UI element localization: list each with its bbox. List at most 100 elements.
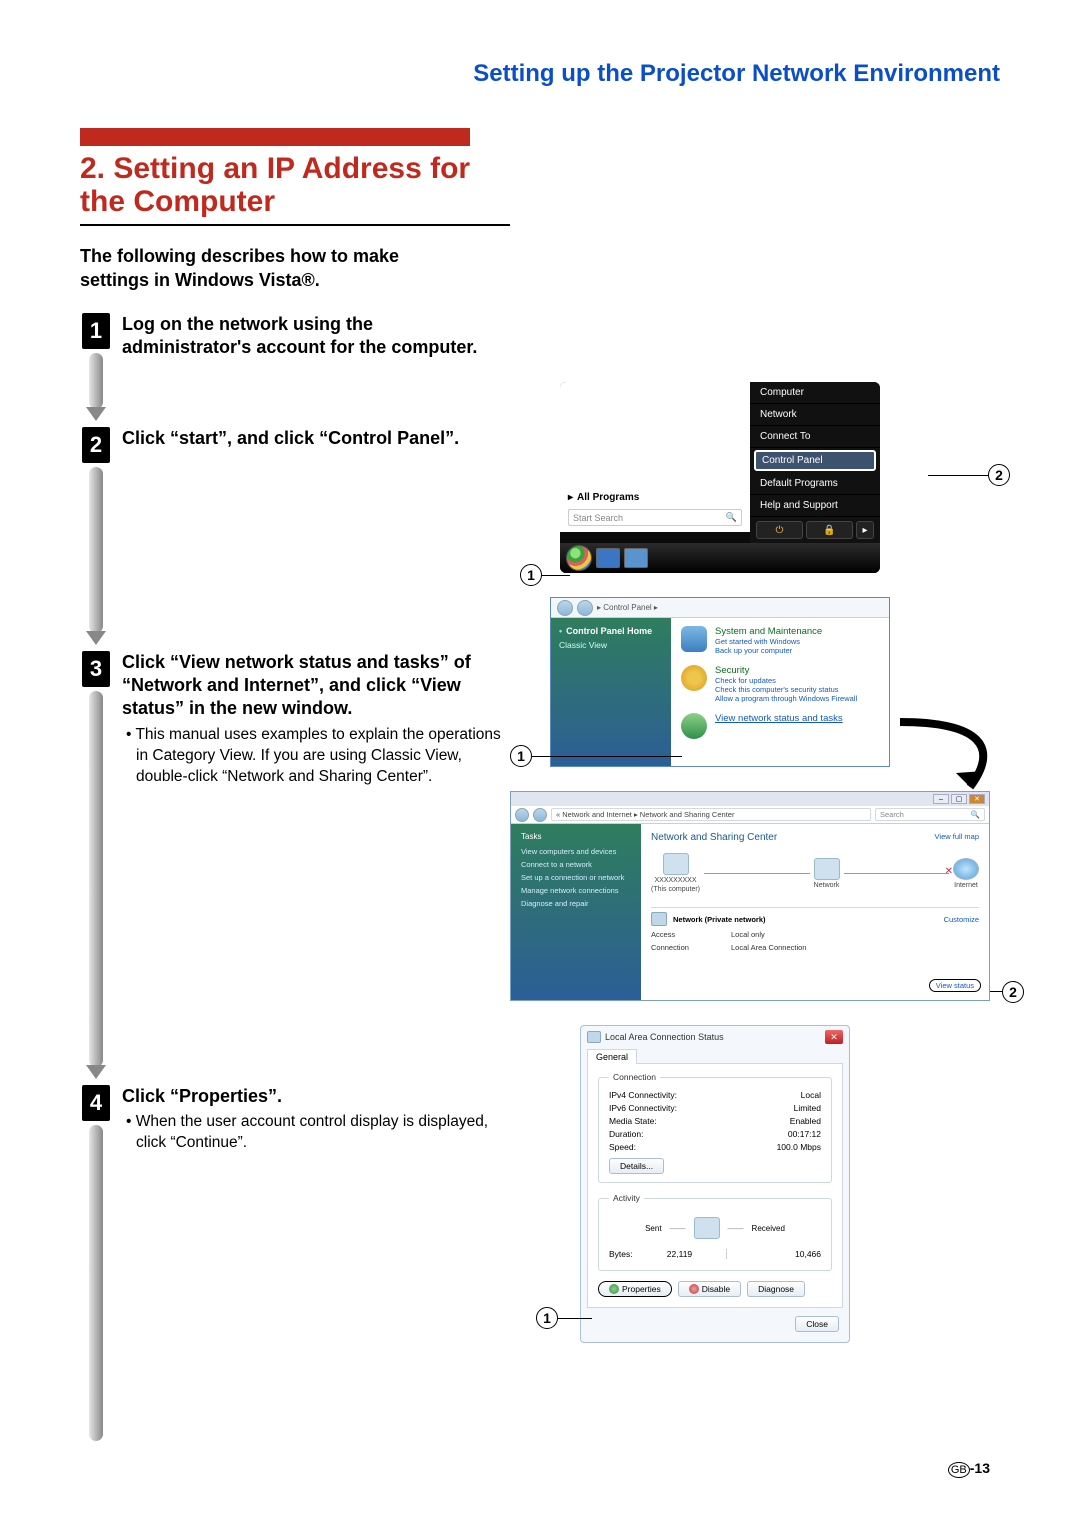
figure-network-sharing-center: – ▢ ✕ « Network and Internet ▸ Network a… bbox=[500, 791, 1000, 1001]
step-connector bbox=[89, 1125, 103, 1441]
sm-item-computer[interactable]: Computer bbox=[750, 382, 880, 404]
close-button[interactable]: ✕ bbox=[969, 794, 985, 804]
connection-line-broken bbox=[844, 873, 950, 874]
media-label: Media State: bbox=[609, 1116, 657, 1126]
nsc-window: – ▢ ✕ « Network and Internet ▸ Network a… bbox=[510, 791, 990, 1001]
cp-cat-title: System and Maintenance bbox=[715, 626, 822, 637]
start-button[interactable] bbox=[566, 545, 592, 571]
access-label: Access bbox=[651, 930, 731, 939]
search-icon: 🔍 bbox=[726, 512, 737, 523]
cp-cat-link[interactable]: Check for updates bbox=[715, 676, 857, 685]
arrow-icon: —— bbox=[670, 1224, 686, 1233]
cp-cat-link[interactable]: Get started with Windows bbox=[715, 637, 822, 646]
nav-back-button[interactable] bbox=[515, 808, 529, 822]
search-box[interactable]: Search 🔍 bbox=[875, 808, 985, 821]
search-placeholder: Search bbox=[880, 810, 904, 819]
nav-back-button[interactable] bbox=[557, 600, 573, 616]
cp-cat-security[interactable]: Security Check for updates Check this co… bbox=[681, 665, 879, 703]
group-legend: Connection bbox=[609, 1072, 660, 1082]
network-icon bbox=[651, 912, 667, 926]
section-title: 2. Setting an IP Address for the Compute… bbox=[80, 152, 510, 226]
callout-lead bbox=[928, 475, 988, 476]
connection-value: Local Area Connection bbox=[731, 943, 806, 952]
duration-value: 00:17:12 bbox=[788, 1129, 821, 1139]
power-options-button[interactable]: ▸ bbox=[856, 521, 874, 539]
properties-button[interactable]: Properties bbox=[598, 1281, 672, 1297]
network-diagram: XXXXXXXXX (This computer) Network Intern… bbox=[651, 853, 979, 893]
sent-label: Sent bbox=[645, 1224, 661, 1233]
search-icon: 🔍 bbox=[971, 810, 980, 819]
sm-item-help[interactable]: Help and Support bbox=[750, 495, 880, 517]
maximize-button[interactable]: ▢ bbox=[951, 794, 967, 804]
access-value: Local only bbox=[731, 930, 765, 939]
cp-cat-system[interactable]: System and Maintenance Get started with … bbox=[681, 626, 879, 655]
ipv6-value: Limited bbox=[794, 1103, 821, 1113]
sm-item-network[interactable]: Network bbox=[750, 404, 880, 426]
shield-icon bbox=[609, 1284, 619, 1294]
start-search-box[interactable]: Start Search 🔍 bbox=[568, 509, 742, 526]
sm-item-connect-to[interactable]: Connect To bbox=[750, 426, 880, 448]
disable-button[interactable]: Disable bbox=[678, 1281, 741, 1297]
step-1-number: 1 bbox=[82, 313, 110, 349]
start-menu-left-pane: All Programs Start Search 🔍 bbox=[560, 382, 750, 532]
ipv4-label: IPv4 Connectivity: bbox=[609, 1090, 677, 1100]
address-bar[interactable]: ▸ Control Panel ▸ bbox=[551, 598, 889, 618]
button-label: Properties bbox=[622, 1284, 661, 1294]
task-link[interactable]: Diagnose and repair bbox=[521, 899, 631, 908]
task-link[interactable]: Connect to a network bbox=[521, 860, 631, 869]
tab-general[interactable]: General bbox=[587, 1049, 637, 1064]
system-icon bbox=[681, 626, 707, 652]
diagnose-button[interactable]: Diagnose bbox=[747, 1281, 805, 1297]
task-link[interactable]: Set up a connection or network bbox=[521, 873, 631, 882]
breadcrumb[interactable]: ▸ Control Panel ▸ bbox=[597, 603, 883, 612]
cp-cat-link[interactable]: Check this computer's security status bbox=[715, 685, 857, 694]
callout-1: 1 bbox=[510, 745, 532, 767]
sm-item-default-programs[interactable]: Default Programs bbox=[750, 473, 880, 495]
power-off-button[interactable]: ⏻ bbox=[756, 521, 803, 539]
node-label: Network bbox=[814, 882, 840, 889]
customize-link[interactable]: Customize bbox=[944, 915, 979, 924]
task-link[interactable]: Manage network connections bbox=[521, 886, 631, 895]
step-3-heading: Click “View network status and tasks” of… bbox=[122, 651, 502, 721]
bytes-sent: 22,119 bbox=[633, 1249, 727, 1259]
bytes-received: 10,466 bbox=[727, 1249, 821, 1259]
callout-1: 1 bbox=[520, 564, 542, 586]
view-status-link[interactable]: View status bbox=[929, 979, 981, 992]
nav-forward-button[interactable] bbox=[577, 600, 593, 616]
nav-forward-button[interactable] bbox=[533, 808, 547, 822]
cp-cat-link[interactable]: Allow a program through Windows Firewall bbox=[715, 694, 857, 703]
lac-status-dialog: Local Area Connection Status ✕ General C… bbox=[580, 1025, 850, 1343]
network-row: Network (Private network) Customize bbox=[651, 912, 979, 926]
figure-control-panel: ▸ Control Panel ▸ Control Panel Home Cla… bbox=[500, 597, 1000, 767]
callout-1: 1 bbox=[536, 1307, 558, 1329]
details-button[interactable]: Details... bbox=[609, 1158, 664, 1174]
step-3-note: This manual uses examples to explain the… bbox=[122, 725, 502, 788]
page-index: -13 bbox=[970, 1460, 990, 1476]
activity-icon bbox=[694, 1217, 720, 1239]
view-full-map-link[interactable]: View full map bbox=[935, 832, 979, 841]
lock-button[interactable]: 🔒 bbox=[806, 521, 853, 539]
node-this-computer: XXXXXXXXX (This computer) bbox=[651, 853, 700, 893]
close-button[interactable]: ✕ bbox=[825, 1030, 843, 1044]
cp-cat-network[interactable]: View network status and tasks bbox=[681, 713, 879, 739]
task-link[interactable]: View computers and devices bbox=[521, 847, 631, 856]
cp-classic-view-link[interactable]: Classic View bbox=[559, 640, 663, 650]
step-connector bbox=[89, 467, 103, 633]
taskbar-icon[interactable] bbox=[624, 548, 648, 568]
speed-label: Speed: bbox=[609, 1142, 636, 1152]
computer-icon bbox=[663, 853, 689, 875]
network-name: Network (Private network) bbox=[673, 915, 766, 924]
all-programs[interactable]: All Programs bbox=[568, 492, 742, 503]
address-bar[interactable]: « Network and Internet ▸ Network and Sha… bbox=[511, 806, 989, 824]
step-4-heading: Click “Properties”. bbox=[122, 1085, 502, 1108]
shield-icon bbox=[689, 1284, 699, 1294]
minimize-button[interactable]: – bbox=[933, 794, 949, 804]
taskbar-icon[interactable] bbox=[596, 548, 620, 568]
cp-home-link[interactable]: Control Panel Home bbox=[559, 626, 663, 636]
speed-value: 100.0 Mbps bbox=[777, 1142, 821, 1152]
breadcrumb[interactable]: « Network and Internet ▸ Network and Sha… bbox=[551, 808, 871, 821]
close-dialog-button[interactable]: Close bbox=[795, 1316, 839, 1332]
sm-item-control-panel[interactable]: Control Panel bbox=[754, 450, 876, 471]
cp-cat-link[interactable]: Back up your computer bbox=[715, 646, 822, 655]
view-network-status-link[interactable]: View network status and tasks bbox=[715, 713, 843, 724]
